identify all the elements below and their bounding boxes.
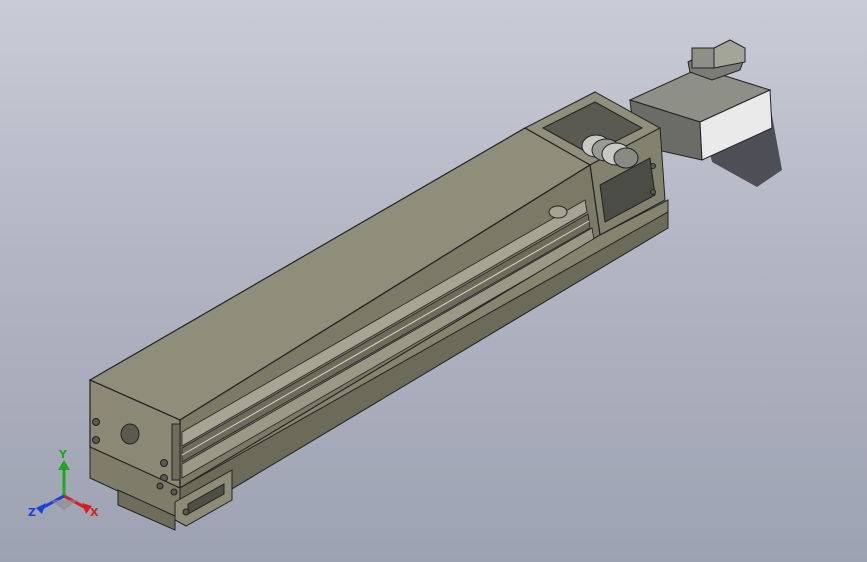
end-bolt-2 xyxy=(92,436,100,444)
z-axis-label: Z xyxy=(28,506,36,519)
y-axis-label: Y xyxy=(58,448,68,461)
base-bolt-3 xyxy=(182,508,190,516)
drive-shaft-end xyxy=(548,205,568,219)
y-axis-arrow xyxy=(58,460,70,470)
triad-base xyxy=(50,500,78,510)
motor-connector xyxy=(691,47,715,69)
end-bolt-1 xyxy=(92,418,100,426)
linear-actuator-model[interactable] xyxy=(0,0,867,562)
end-cap-plate xyxy=(171,423,181,481)
orientation-triad[interactable]: X Y Z xyxy=(20,448,110,528)
end-face-bore xyxy=(120,423,140,445)
x-axis-label: X xyxy=(90,506,99,519)
adapter-bolt-2 xyxy=(650,189,656,195)
z-axis-arrow xyxy=(36,503,46,514)
coupling-disc-4 xyxy=(613,147,639,169)
base-bolt-1 xyxy=(156,482,164,490)
end-bolt-3 xyxy=(160,459,168,467)
adapter-bolt-1 xyxy=(650,163,656,169)
cad-graphics-viewport[interactable]: X Y Z xyxy=(0,0,867,562)
base-bolt-2 xyxy=(170,488,178,496)
